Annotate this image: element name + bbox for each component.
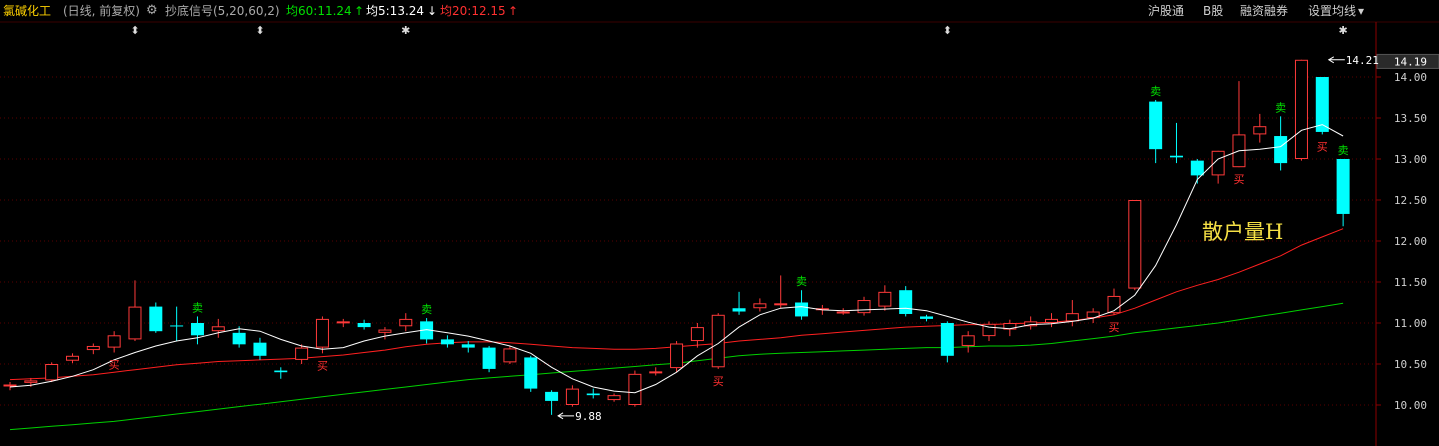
current-price-label: 14.19 <box>1394 55 1427 68</box>
candle-body-up[interactable] <box>836 311 850 314</box>
sell-signal-label: 卖 <box>796 275 807 288</box>
y-tick-label: 13.00 <box>1394 153 1427 166</box>
candle-body-down[interactable] <box>253 342 267 356</box>
event-marker-icon[interactable]: ✱ <box>401 24 410 37</box>
candle-body-down[interactable] <box>170 325 184 327</box>
candle-body-up[interactable] <box>774 303 788 306</box>
sell-signal-label: 卖 <box>1150 85 1161 98</box>
candle-body-down[interactable] <box>732 308 746 312</box>
candle-body-down[interactable] <box>440 339 454 345</box>
candle-body-up[interactable] <box>128 306 142 340</box>
candle-body-up[interactable] <box>1065 313 1079 322</box>
high-price-label: 14.21 <box>1346 54 1379 67</box>
candle-body-up[interactable] <box>690 327 704 342</box>
candle-body-up[interactable] <box>1294 59 1308 159</box>
candle-body-down[interactable] <box>274 370 288 373</box>
candle-body-down[interactable] <box>232 332 246 345</box>
sell-signal-label: 卖 <box>192 301 203 314</box>
candle-body-up[interactable] <box>857 300 871 314</box>
candle-body-up[interactable] <box>565 388 579 406</box>
event-marker-icon[interactable]: ⬍ <box>130 24 139 37</box>
candle-body-up[interactable] <box>628 373 642 405</box>
candle-body-down[interactable] <box>1274 136 1288 164</box>
candle-body-down[interactable] <box>1149 101 1163 150</box>
event-marker-icon[interactable]: ✱ <box>1339 24 1348 37</box>
buy-signal-label: 买 <box>1233 173 1244 186</box>
y-tick-label: 14.00 <box>1394 71 1427 84</box>
candle-body-down[interactable] <box>940 323 954 356</box>
candle-body-down[interactable] <box>920 316 934 319</box>
buy-signal-label: 买 <box>713 375 724 388</box>
candle-body-up[interactable] <box>753 303 767 309</box>
candle-body-down[interactable] <box>1336 159 1350 214</box>
buy-signal-label: 买 <box>317 359 328 372</box>
candle-body-up[interactable] <box>378 329 392 333</box>
candle-body-up[interactable] <box>711 314 725 368</box>
candle-body-up[interactable] <box>649 371 663 374</box>
candle-body-down[interactable] <box>1169 155 1183 158</box>
y-tick-label: 12.00 <box>1394 235 1427 248</box>
y-tick-label: 11.50 <box>1394 276 1427 289</box>
candle-body-up[interactable] <box>399 318 413 327</box>
candle-body-up[interactable] <box>1128 200 1142 289</box>
sell-signal-label: 卖 <box>421 303 432 316</box>
candle-body-up[interactable] <box>3 384 17 387</box>
candle-body-up[interactable] <box>107 335 121 348</box>
candle-body-up[interactable] <box>65 355 79 361</box>
candle-body-up[interactable] <box>211 326 225 332</box>
candle-body-down[interactable] <box>524 357 538 389</box>
candle-body-down[interactable] <box>586 393 600 396</box>
buy-signal-label: 买 <box>109 359 120 372</box>
y-tick-label: 13.50 <box>1394 112 1427 125</box>
event-marker-icon[interactable]: ⬍ <box>943 24 952 37</box>
watermark-text: 散户量H <box>1202 220 1284 244</box>
candle-body-up[interactable] <box>503 348 517 363</box>
candle-body-up[interactable] <box>607 395 621 401</box>
candle-body-down[interactable] <box>461 344 475 348</box>
candle-body-down[interactable] <box>545 391 559 401</box>
buy-signal-label: 买 <box>1317 140 1328 153</box>
candle-body-down[interactable] <box>795 302 809 317</box>
sell-signal-label: 卖 <box>1275 101 1286 114</box>
y-tick-label: 12.50 <box>1394 194 1427 207</box>
candle-body-down[interactable] <box>357 323 371 328</box>
candle-body-up[interactable] <box>45 364 59 381</box>
y-tick-label: 10.50 <box>1394 358 1427 371</box>
candle-body-up[interactable] <box>24 380 38 383</box>
candle-body-down[interactable] <box>899 290 913 314</box>
sell-signal-label: 卖 <box>1338 144 1349 157</box>
candle-body-up[interactable] <box>336 321 350 324</box>
y-tick-label: 11.00 <box>1394 317 1427 330</box>
candle-body-down[interactable] <box>190 323 204 336</box>
candle-body-down[interactable] <box>1190 160 1204 176</box>
candle-body-up[interactable] <box>86 345 100 351</box>
candle-body-down[interactable] <box>149 306 163 332</box>
candle-body-up[interactable] <box>1253 126 1267 135</box>
candle-body-up[interactable] <box>670 343 684 369</box>
candle-body-up[interactable] <box>878 291 892 307</box>
low-price-label: 9.88 <box>575 410 602 423</box>
candle-body-up[interactable] <box>315 318 329 348</box>
candle-body-up[interactable] <box>961 335 975 346</box>
event-marker-icon[interactable]: ⬍ <box>255 24 264 37</box>
buy-signal-label: 买 <box>1108 321 1119 334</box>
candle-body-up[interactable] <box>295 347 309 360</box>
candle-body-up[interactable] <box>1045 318 1058 323</box>
y-tick-label: 10.00 <box>1394 399 1427 412</box>
candle-body-down[interactable] <box>1315 77 1329 132</box>
candle-body-down[interactable] <box>482 347 496 369</box>
